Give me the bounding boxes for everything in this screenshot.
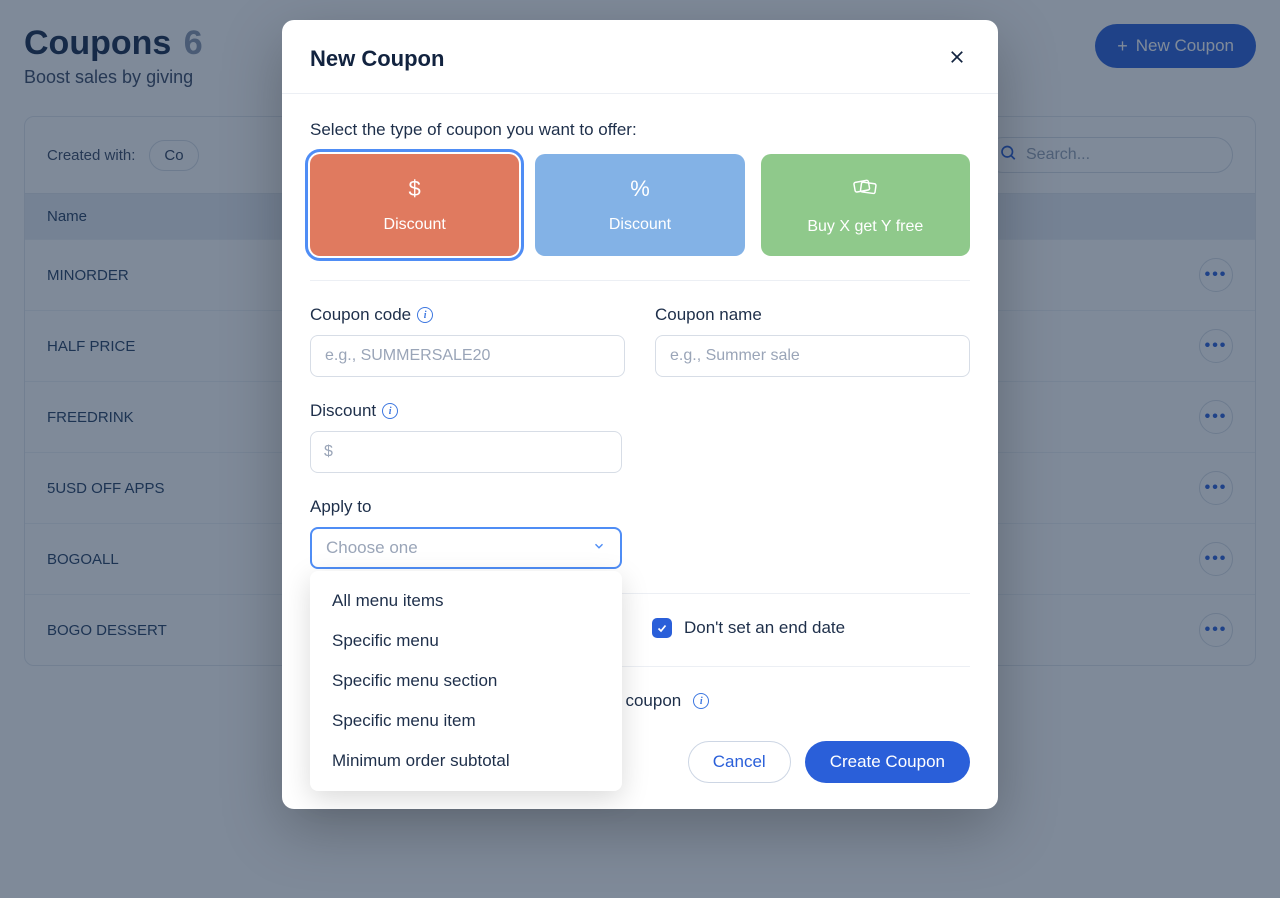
dollar-icon: $ [320, 176, 509, 202]
dropdown-item[interactable]: All menu items [310, 581, 622, 621]
coupon-code-label: Coupon code [310, 305, 411, 325]
cancel-button[interactable]: Cancel [688, 741, 791, 783]
coupon-name-input[interactable] [655, 335, 970, 377]
close-button[interactable] [944, 44, 970, 73]
coupon-type-dollar-label: Discount [384, 216, 446, 233]
divider [310, 280, 970, 281]
apply-to-label: Apply to [310, 497, 371, 517]
coupon-type-dollar[interactable]: $ Discount [310, 154, 519, 256]
create-coupon-button[interactable]: Create Coupon [805, 741, 970, 783]
apply-to-placeholder: Choose one [326, 538, 418, 558]
coupon-code-input[interactable] [310, 335, 625, 377]
chevron-down-icon [592, 538, 606, 558]
coupon-type-bogo[interactable]: Buy X get Y free [761, 154, 970, 256]
coupon-type-percent[interactable]: % Discount [535, 154, 744, 256]
dollar-prefix: $ [324, 443, 333, 461]
coupon-type-percent-label: Discount [609, 216, 671, 233]
dropdown-item[interactable]: Minimum order subtotal [310, 741, 622, 781]
new-coupon-modal: New Coupon Select the type of coupon you… [282, 20, 998, 809]
info-icon[interactable]: i [417, 307, 433, 323]
apply-to-dropdown: All menu itemsSpecific menuSpecific menu… [310, 571, 622, 791]
coupon-type-bogo-label: Buy X get Y free [807, 218, 923, 235]
checkbox-checked-icon [652, 618, 672, 638]
coupon-name-label: Coupon name [655, 305, 762, 325]
dropdown-item[interactable]: Specific menu [310, 621, 622, 661]
no-end-date-label: Don't set an end date [684, 618, 845, 638]
info-icon[interactable]: i [382, 403, 398, 419]
modal-title: New Coupon [310, 46, 444, 72]
type-prompt: Select the type of coupon you want to of… [310, 120, 970, 140]
discount-label: Discount [310, 401, 376, 421]
info-icon[interactable]: i [693, 693, 709, 709]
dropdown-item[interactable]: Specific menu section [310, 661, 622, 701]
percent-icon: % [545, 176, 734, 202]
close-icon [948, 54, 966, 69]
apply-to-select[interactable]: Choose one [310, 527, 622, 569]
ticket-icon [771, 176, 960, 204]
discount-input[interactable] [310, 431, 622, 473]
no-end-date-checkbox[interactable]: Don't set an end date [652, 618, 970, 638]
dropdown-item[interactable]: Specific menu item [310, 701, 622, 741]
